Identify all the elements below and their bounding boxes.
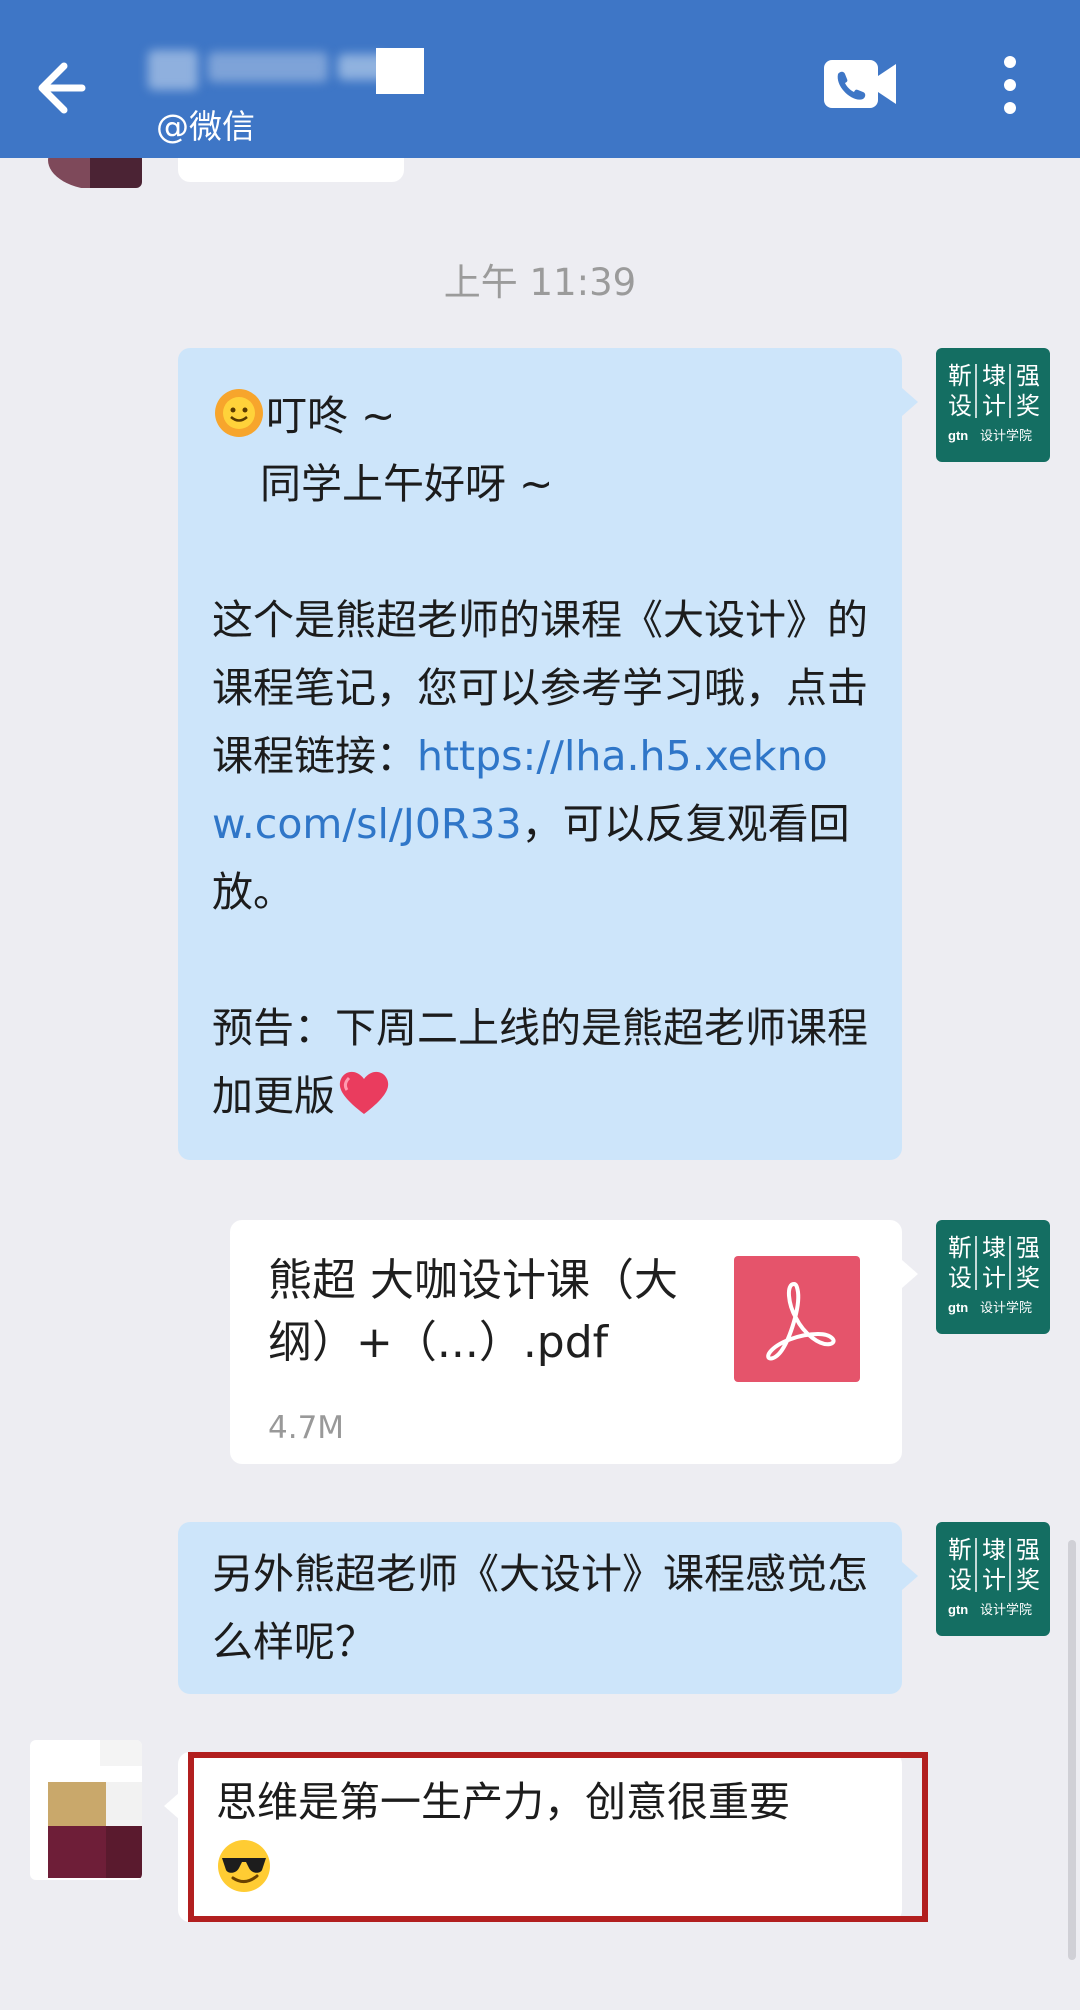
preview-text: 预告：下周二上线的是熊超老师课程加更版	[212, 1004, 868, 1120]
message-bubble-feedback-question[interactable]: 另外熊超老师《大设计》课程感觉怎么样呢？	[178, 1522, 918, 1694]
message-bubble-course-notes[interactable]: 叮咚 ~ 同学上午好呀 ~ 这个是熊超老师的课程《大设计》的课程笔记，您可以参考…	[178, 348, 918, 1160]
teacher-avatar[interactable]: 靳 埭 强 设 计 奖 gtn 设计学院	[936, 1522, 1050, 1636]
contact-name-blurred[interactable]	[148, 42, 508, 100]
svg-text:设: 设	[948, 1567, 972, 1594]
user-avatar[interactable]	[30, 1740, 142, 1880]
contact-subtitle: @微信	[156, 107, 255, 146]
svg-text:强: 强	[1016, 364, 1040, 390]
svg-text:gtn: gtn	[948, 1602, 968, 1617]
sun-emoji-icon	[215, 389, 263, 437]
svg-text:靳: 靳	[948, 1537, 972, 1564]
file-message-bubble[interactable]: 熊超 大咖设计课（大纲）+（...）.pdf 4.7M	[230, 1220, 918, 1464]
svg-text:埭: 埭	[982, 1537, 1006, 1564]
greeting-text: 叮咚 ~	[266, 392, 396, 440]
message-timestamp: 上午 11:39	[443, 261, 637, 304]
svg-text:gtn: gtn	[948, 428, 968, 443]
svg-text:强: 强	[1016, 1538, 1040, 1564]
svg-text:靳: 靳	[948, 363, 972, 390]
brand-logo-icon: 靳 埭 强 设 计 奖 gtn 设计学院	[948, 363, 1040, 444]
more-vertical-icon[interactable]	[990, 50, 1030, 120]
file-name: 熊超 大咖设计课（大纲）+（...）.pdf	[268, 1255, 678, 1368]
feedback-question-text: 另外熊超老师《大设计》课程感觉怎么样呢？	[212, 1550, 868, 1666]
arrow-left-icon[interactable]	[30, 48, 100, 128]
svg-text:设计学院: 设计学院	[980, 428, 1032, 444]
highlight-annotation-box	[188, 1752, 928, 1922]
svg-text:靳: 靳	[948, 1235, 972, 1262]
pdf-file-icon	[734, 1256, 860, 1382]
white-square-overlay	[376, 48, 424, 94]
svg-text:设: 设	[948, 393, 972, 420]
svg-text:奖: 奖	[1016, 393, 1040, 420]
svg-text:埭: 埭	[982, 1235, 1006, 1262]
svg-text:设计学院: 设计学院	[980, 1300, 1032, 1316]
svg-text:强: 强	[1016, 1236, 1040, 1262]
heart-emoji-icon	[339, 1071, 389, 1114]
brand-logo-icon: 靳 埭 强 设 计 奖 gtn 设计学院	[948, 1235, 1040, 1316]
hello-text: 同学上午好呀 ~	[260, 460, 554, 508]
svg-text:gtn: gtn	[948, 1300, 968, 1315]
svg-text:计: 计	[982, 1265, 1006, 1292]
svg-text:埭: 埭	[982, 363, 1006, 390]
svg-text:设: 设	[948, 1265, 972, 1292]
svg-text:奖: 奖	[1016, 1567, 1040, 1594]
svg-text:奖: 奖	[1016, 1265, 1040, 1292]
svg-text:设计学院: 设计学院	[980, 1602, 1032, 1618]
svg-text:计: 计	[982, 1567, 1006, 1594]
scrollbar[interactable]	[1068, 1540, 1076, 1960]
teacher-avatar[interactable]: 靳 埭 强 设 计 奖 gtn 设计学院	[936, 1220, 1050, 1334]
svg-text:计: 计	[982, 393, 1006, 420]
brand-logo-icon: 靳 埭 强 设 计 奖 gtn 设计学院	[948, 1537, 1040, 1618]
teacher-avatar[interactable]: 靳 埭 强 设 计 奖 gtn 设计学院	[936, 348, 1050, 462]
chat-header: @微信	[0, 0, 1080, 158]
video-call-icon[interactable]	[822, 54, 898, 114]
file-size: 4.7M	[268, 1410, 345, 1446]
